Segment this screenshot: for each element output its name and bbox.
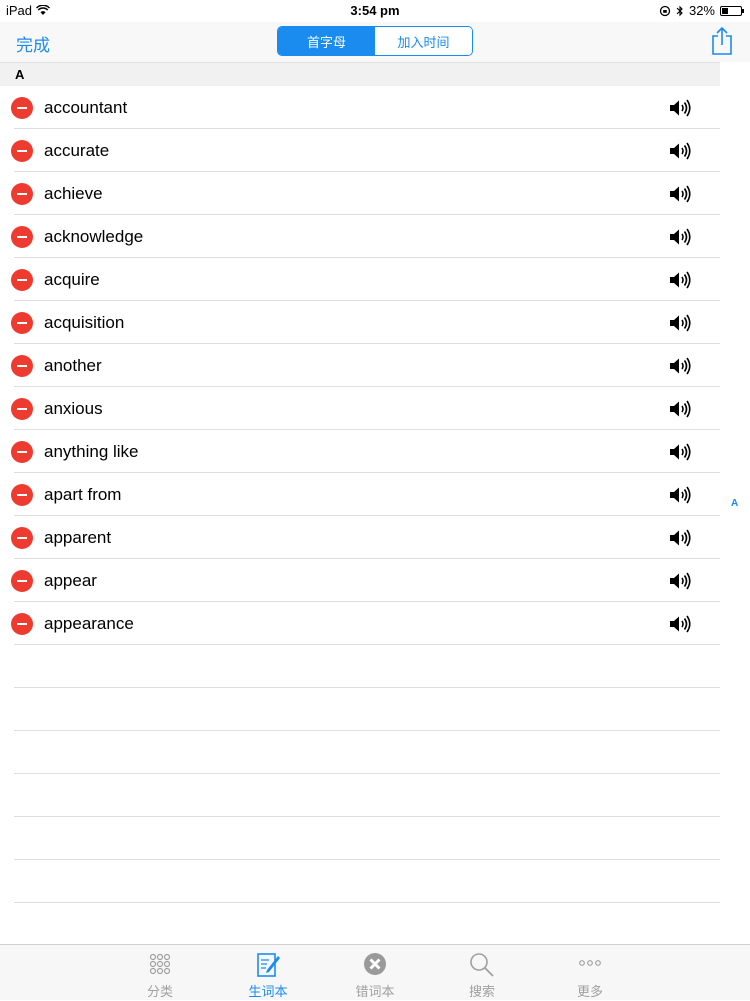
delete-button[interactable] — [11, 96, 33, 119]
delete-button[interactable] — [11, 311, 33, 334]
delete-button[interactable] — [11, 139, 33, 162]
speaker-icon[interactable] — [669, 99, 691, 117]
tab-label: 生词本 — [248, 984, 288, 999]
word-row[interactable]: achieve — [0, 172, 720, 215]
delete-button[interactable] — [11, 354, 33, 377]
done-button[interactable]: 完成 — [16, 31, 50, 56]
nav-bar: 完成 首字母 加入时间 — [0, 22, 750, 62]
x-circle-icon — [364, 953, 386, 975]
segment-added-time[interactable]: 加入时间 — [375, 27, 472, 55]
word-text: accurate — [44, 140, 110, 160]
grid-dots-icon — [149, 953, 171, 975]
sort-segmented-control: 首字母 加入时间 — [277, 26, 473, 56]
word-text: accountant — [44, 97, 128, 117]
delete-button[interactable] — [11, 268, 33, 291]
tab-search[interactable]: 搜索 — [442, 945, 522, 1001]
magnifier-icon — [470, 953, 494, 977]
speaker-icon[interactable] — [669, 572, 691, 590]
battery-icon — [720, 5, 744, 16]
empty-row — [0, 860, 720, 903]
rotation-lock-icon — [659, 5, 671, 16]
segment-first-letter[interactable]: 首字母 — [278, 27, 375, 55]
empty-row — [0, 774, 720, 817]
word-row[interactable]: acknowledge — [0, 215, 720, 258]
word-text: acquisition — [44, 312, 125, 332]
word-text: acquire — [44, 269, 100, 289]
delete-button[interactable] — [11, 440, 33, 463]
speaker-icon[interactable] — [669, 443, 691, 461]
tab-label: 错词本 — [355, 984, 395, 999]
word-row[interactable]: accurate — [0, 129, 720, 172]
speaker-icon[interactable] — [669, 314, 691, 332]
delete-button[interactable] — [11, 612, 33, 635]
share-icon — [712, 26, 732, 55]
empty-row — [0, 817, 720, 860]
more-dots-icon — [579, 960, 601, 966]
tab-label: 搜索 — [468, 984, 495, 999]
delete-button[interactable] — [11, 483, 33, 506]
delete-button[interactable] — [11, 397, 33, 420]
empty-row — [0, 903, 720, 946]
word-row[interactable]: another — [0, 344, 720, 387]
battery-fill — [722, 7, 728, 14]
speaker-icon[interactable] — [669, 357, 691, 375]
word-row[interactable]: acquire — [0, 258, 720, 301]
word-text: appearance — [44, 613, 134, 633]
tab-wrong-words[interactable]: 错词本 — [335, 945, 415, 1001]
speaker-icon[interactable] — [669, 185, 691, 203]
empty-row — [0, 645, 720, 688]
word-row[interactable]: acquisition — [0, 301, 720, 344]
bluetooth-icon — [676, 5, 683, 16]
delete-button[interactable] — [11, 526, 33, 549]
delete-button[interactable] — [11, 182, 33, 205]
tab-label: 分类 — [146, 984, 173, 999]
tab-label: 更多 — [576, 984, 603, 999]
tab-bar: 分类 生词本 错词本 搜索 更多 — [0, 944, 750, 1000]
speaker-icon[interactable] — [669, 228, 691, 246]
status-time: 3:54 pm — [350, 3, 400, 18]
status-bar: iPad 3:54 pm 32% — [0, 0, 750, 22]
tab-categories[interactable]: 分类 — [120, 945, 200, 1001]
status-right: 32% — [659, 3, 744, 18]
tab-more[interactable]: 更多 — [550, 945, 630, 1001]
empty-row — [0, 688, 720, 731]
word-text: apparent — [44, 527, 112, 547]
word-text: acknowledge — [44, 226, 144, 246]
delete-button[interactable] — [11, 225, 33, 248]
speaker-icon[interactable] — [669, 400, 691, 418]
speaker-icon[interactable] — [669, 271, 691, 289]
empty-row — [0, 731, 720, 774]
speaker-icon[interactable] — [669, 529, 691, 547]
delete-button[interactable] — [11, 569, 33, 592]
word-list: accountant accurate achieve acknowledge acqu… — [0, 86, 720, 946]
speaker-icon[interactable] — [669, 615, 691, 633]
word-row[interactable]: accountant — [0, 86, 720, 129]
index-letter-a[interactable]: A — [731, 498, 738, 509]
word-text: apart from — [44, 484, 122, 504]
word-row[interactable]: apart from — [0, 473, 720, 516]
word-text: anything like — [44, 441, 139, 461]
section-header: A — [0, 62, 720, 86]
word-text: another — [44, 355, 102, 375]
tab-vocabulary[interactable]: 生词本 — [228, 945, 308, 1001]
speaker-icon[interactable] — [669, 142, 691, 160]
word-row[interactable]: anxious — [0, 387, 720, 430]
word-row[interactable]: apparent — [0, 516, 720, 559]
notebook-pen-icon — [257, 953, 280, 977]
word-row[interactable]: anything like — [0, 430, 720, 473]
speaker-icon[interactable] — [669, 486, 691, 504]
word-text: appear — [44, 570, 97, 590]
word-text: achieve — [44, 183, 103, 203]
word-text: anxious — [44, 398, 103, 418]
battery-percent: 32% — [688, 3, 715, 18]
word-row[interactable]: appear — [0, 559, 720, 602]
word-row[interactable]: appearance — [0, 602, 720, 645]
share-button[interactable] — [710, 26, 734, 56]
